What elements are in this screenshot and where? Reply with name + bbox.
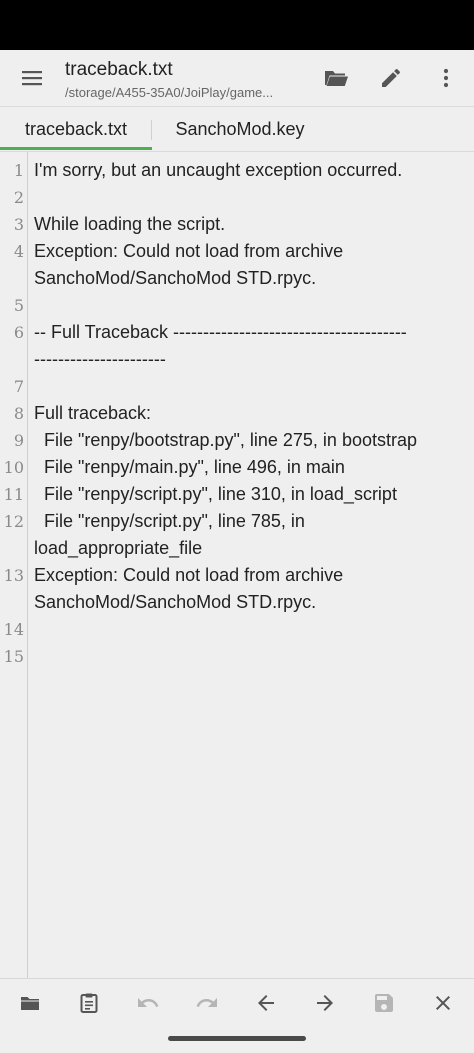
redo-icon (185, 981, 229, 1025)
gutter-divider (27, 152, 28, 978)
line-number: 13 (3, 566, 24, 585)
line-number: 3 (13, 215, 24, 234)
close-icon[interactable] (421, 981, 465, 1025)
line-text: File "renpy/script.py", line 310, in loa… (34, 484, 397, 504)
line-text: File "renpy/bootstrap.py", line 275, in … (34, 430, 417, 450)
line-number: 7 (13, 377, 24, 396)
line-text: -- Full Traceback ----------------------… (34, 322, 407, 342)
line-text: Exception: Could not load from archive (34, 565, 344, 585)
clipboard-icon[interactable] (67, 981, 111, 1025)
line-number: 12 (3, 512, 24, 531)
app-bar: traceback.txt /storage/A455-35A0/JoiPlay… (0, 50, 474, 107)
tab-label: traceback.txt (24, 119, 128, 139)
line-text: SanchoMod/SanchoMod STD.rpyc. (34, 268, 317, 288)
tab-divider (151, 120, 152, 140)
line-number: 2 (13, 188, 24, 207)
line-text: Full traceback: (34, 403, 152, 423)
folder-open-icon[interactable] (314, 56, 358, 100)
file-tabs: traceback.txt SanchoMod.key (0, 107, 474, 152)
undo-icon (126, 981, 170, 1025)
line-number: 9 (13, 431, 24, 450)
line-number: 4 (13, 242, 24, 261)
line-text: SanchoMod/SanchoMod STD.rpyc. (34, 592, 317, 612)
file-path: /storage/A455-35A0/JoiPlay/game... (65, 85, 274, 100)
line-number: 11 (3, 485, 24, 504)
folder-icon[interactable] (8, 981, 52, 1025)
tab-sanchomod-key[interactable]: SanchoMod.key (152, 107, 328, 152)
line-number: 14 (3, 620, 24, 639)
tab-label: SanchoMod.key (175, 119, 305, 139)
arrow-right-icon[interactable] (303, 981, 347, 1025)
file-title: traceback.txt (65, 59, 173, 80)
line-number: 15 (3, 647, 24, 666)
line-number: 1 (13, 161, 24, 180)
line-text: load_appropriate_file (34, 538, 203, 558)
bottom-toolbar (0, 978, 474, 1053)
line-text: File "renpy/script.py", line 785, in (34, 511, 305, 531)
text-editor[interactable]: 1 I'm sorry, but an uncaught exception oc… (0, 152, 474, 978)
save-icon (362, 981, 406, 1025)
active-tab-indicator (0, 147, 152, 150)
line-number: 8 (13, 404, 24, 423)
home-indicator[interactable] (168, 1036, 306, 1041)
title-block: traceback.txt /storage/A455-35A0/JoiPlay… (65, 58, 315, 103)
line-text: ---------------------- (34, 349, 166, 369)
pencil-icon[interactable] (369, 56, 413, 100)
line-number: 5 (13, 296, 24, 315)
status-bar (0, 0, 474, 50)
line-text: I'm sorry, but an uncaught exception occ… (34, 160, 403, 180)
line-text: File "renpy/main.py", line 496, in main (34, 457, 345, 477)
line-number: 6 (13, 323, 24, 342)
line-text: While loading the script. (34, 214, 226, 234)
line-text: Exception: Could not load from archive (34, 241, 344, 261)
more-vert-icon[interactable] (424, 56, 468, 100)
tab-traceback[interactable]: traceback.txt (0, 107, 152, 152)
line-number: 10 (3, 458, 24, 477)
hamburger-menu-icon[interactable] (10, 56, 54, 100)
arrow-left-icon[interactable] (244, 981, 288, 1025)
